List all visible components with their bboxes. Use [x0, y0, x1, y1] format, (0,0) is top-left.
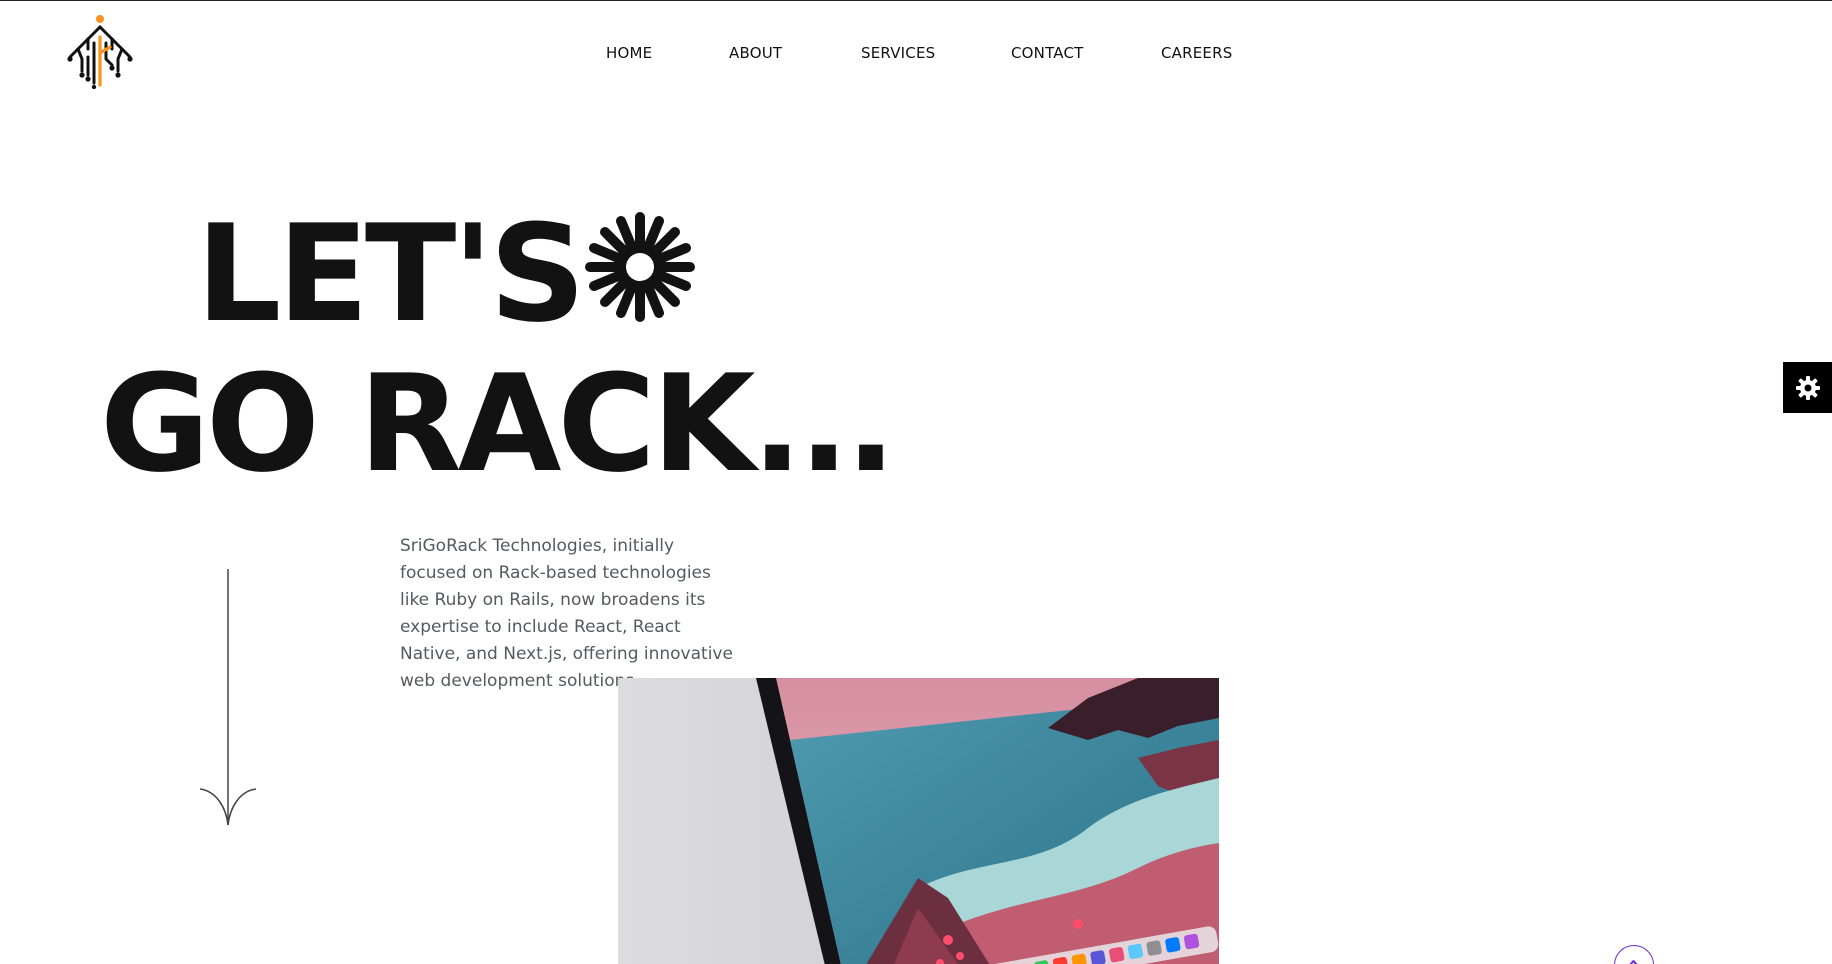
hero-heading-line1: LET'S — [196, 196, 586, 352]
intro-paragraph: SriGoRack Technologies, initially focuse… — [400, 536, 733, 691]
nav-item-careers[interactable]: CAREERS — [1161, 44, 1232, 62]
chevron-up-icon — [1629, 960, 1638, 964]
asterisk-icon — [585, 212, 695, 322]
down-arrow-icon — [199, 569, 257, 826]
nav-item-home[interactable]: HOME — [606, 44, 652, 62]
page: HOME ABOUT SERVICES CONTACT CAREERS LET'… — [0, 0, 1832, 964]
nav-item-contact[interactable]: CONTACT — [1011, 44, 1084, 62]
nav-item-services[interactable]: SERVICES — [861, 44, 935, 62]
scroll-to-top-button[interactable] — [1614, 945, 1654, 964]
nav-item-about[interactable]: ABOUT — [729, 44, 782, 62]
gear-icon — [1795, 375, 1820, 400]
settings-button[interactable] — [1783, 362, 1832, 413]
main-nav: HOME ABOUT SERVICES CONTACT CAREERS — [0, 44, 1832, 66]
laptop-screen-photo — [618, 678, 1219, 964]
hero-heading-line2: GO RACK... — [100, 346, 896, 502]
